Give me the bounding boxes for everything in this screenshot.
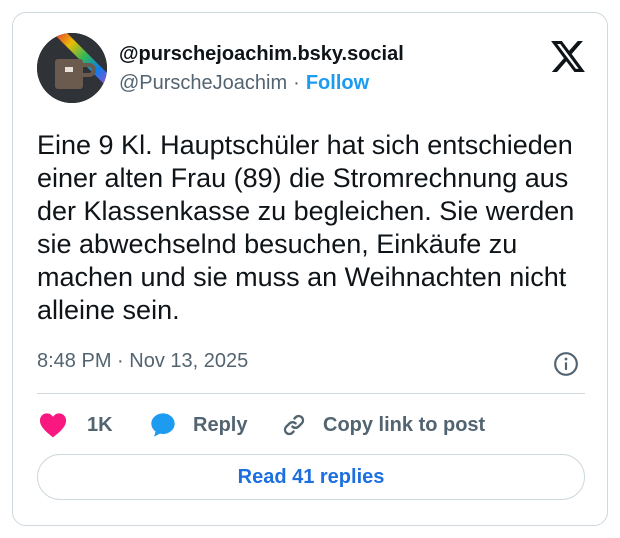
x-logo-icon[interactable] <box>551 41 585 72</box>
author-display-name[interactable]: @purschejoachim.bsky.social <box>119 43 404 66</box>
timestamp-separator: · <box>117 350 124 372</box>
author-handle[interactable]: @PurscheJoachim <box>119 72 287 94</box>
post-date: Nov 13, 2025 <box>129 350 249 372</box>
avatar-image <box>37 33 107 103</box>
heart-icon <box>39 413 67 438</box>
link-icon <box>283 414 305 436</box>
reply-button[interactable]: Reply <box>149 410 247 440</box>
post-timestamp[interactable]: 8:48 PM · Nov 13, 2025 <box>37 350 248 373</box>
follow-button[interactable]: Follow <box>306 72 369 94</box>
info-icon[interactable] <box>553 351 579 377</box>
divider <box>37 393 585 394</box>
reply-label: Reply <box>193 413 248 436</box>
read-replies-button[interactable]: Read 41 replies <box>37 454 585 500</box>
avatar[interactable] <box>37 33 107 103</box>
post-text: Eine 9 Kl. Hauptschüler hat sich entschi… <box>37 130 575 325</box>
like-count: 1K <box>87 413 113 436</box>
like-button[interactable]: 1K <box>39 410 113 440</box>
post-time: 8:48 PM <box>37 350 112 372</box>
speech-bubble-icon <box>151 413 175 437</box>
copy-link-button[interactable]: Copy link to post <box>281 410 485 440</box>
meta-separator: · <box>293 72 300 94</box>
embedded-post-card: @purschejoachim.bsky.social @PurscheJoac… <box>12 12 608 526</box>
author-meta: @PurscheJoachim · Follow <box>119 72 369 95</box>
copy-link-label: Copy link to post <box>323 413 486 436</box>
